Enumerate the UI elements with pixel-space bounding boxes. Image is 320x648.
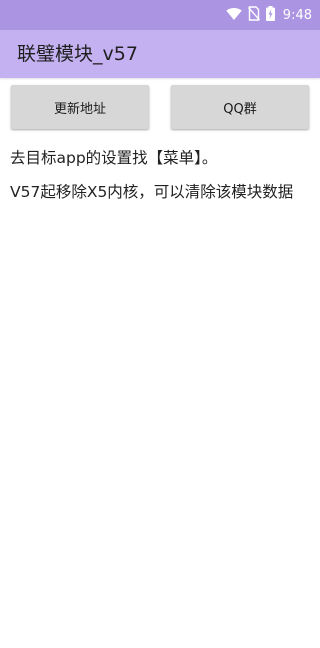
app-bar: 联璧模块_v57 bbox=[0, 30, 320, 78]
notice-text: V57起移除X5内核，可以清除该模块数据 bbox=[10, 183, 294, 201]
app-title: 联璧模块_v57 bbox=[17, 43, 138, 65]
battery-charging-icon bbox=[265, 5, 275, 25]
wifi-icon bbox=[226, 6, 242, 25]
no-sim-icon bbox=[247, 5, 260, 25]
button-row: 更新地址 QQ群 bbox=[0, 78, 320, 138]
status-icons: 9:48 bbox=[226, 0, 312, 30]
status-time: 9:48 bbox=[282, 7, 312, 23]
instruction-text: 去目标app的设置找【菜单】。 bbox=[10, 149, 218, 167]
update-address-button[interactable]: 更新地址 bbox=[11, 85, 149, 129]
status-bar: 9:48 bbox=[0, 0, 320, 30]
qq-group-button[interactable]: QQ群 bbox=[171, 85, 309, 129]
content-area: 去目标app的设置找【菜单】。 V57起移除X5内核，可以清除该模块数据 bbox=[10, 146, 310, 214]
